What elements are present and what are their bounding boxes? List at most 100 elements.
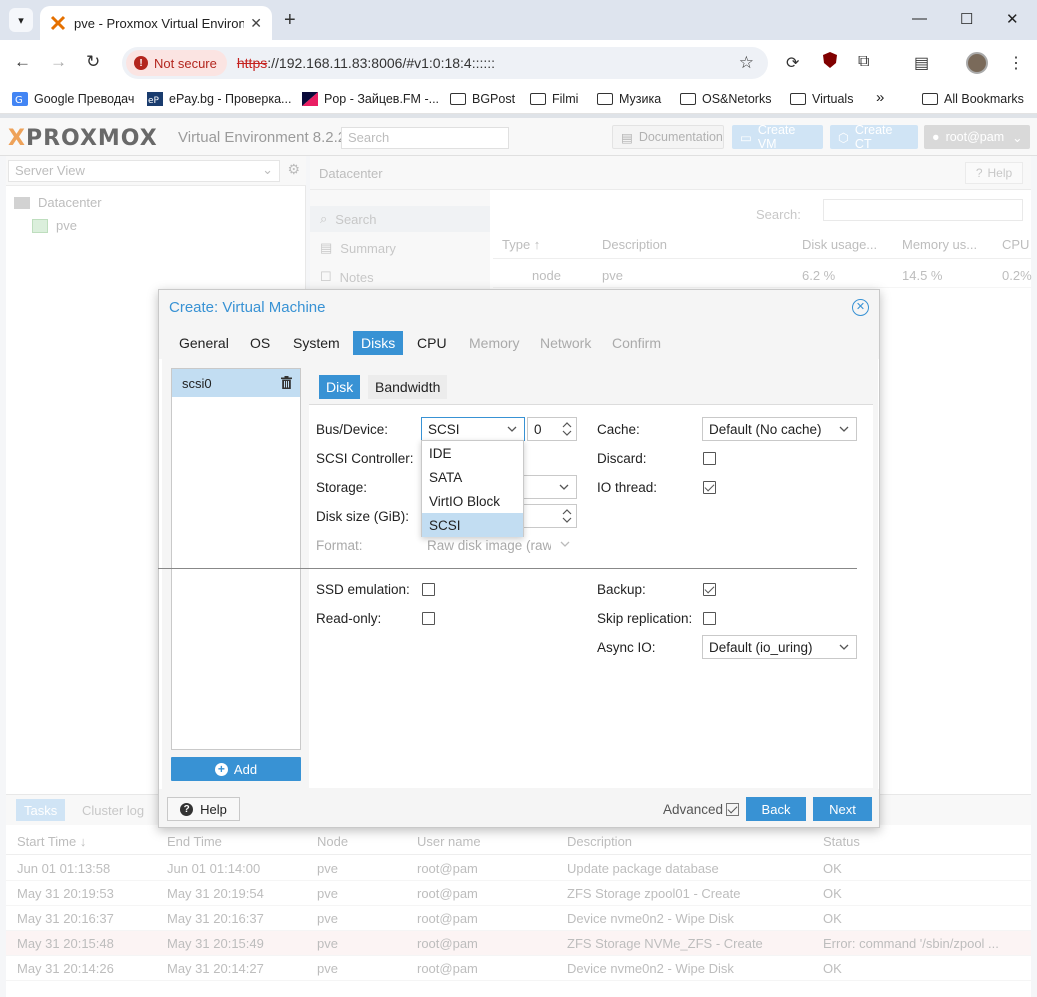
create-vm-dialog: Create: Virtual Machine ✕ General OS Sys… — [158, 289, 880, 828]
tab-os[interactable]: OS — [242, 331, 278, 355]
folder-icon — [597, 93, 613, 105]
bus-device-select[interactable]: SCSI — [421, 417, 525, 441]
folder-icon — [680, 93, 696, 105]
subtab-bandwidth[interactable]: Bandwidth — [368, 375, 448, 399]
tab-memory[interactable]: Memory — [461, 331, 528, 355]
dialog-title: Create: Virtual Machine — [169, 299, 326, 316]
bus-device-label: Bus/Device: — [316, 422, 389, 437]
back-arrow-icon[interactable]: ← — [14, 52, 31, 72]
reload-icon[interactable]: ↻ — [86, 52, 100, 72]
window-close-icon[interactable]: ✕ — [1006, 10, 1019, 28]
browser-tabbar: ▾ pve - Proxmox Virtual Environment ✕ + … — [0, 0, 1037, 40]
dropdown-option-virtio-block[interactable]: VirtIO Block — [422, 489, 523, 513]
backup-checkbox[interactable] — [703, 583, 716, 596]
folder-icon — [922, 93, 938, 105]
minimize-icon[interactable]: — — [912, 10, 927, 27]
tab-disks[interactable]: Disks — [353, 331, 404, 355]
reading-list-icon[interactable]: ▤ — [914, 53, 929, 73]
proxmox-favicon-icon — [50, 15, 66, 31]
discard-label: Discard: — [597, 451, 647, 466]
form-divider — [158, 568, 857, 569]
skip-replication-label: Skip replication: — [597, 611, 693, 626]
bookmark-epay[interactable]: eP ePay.bg - Проверка... — [147, 92, 291, 106]
browser-toolbar: ← → ↻ ! Not secure https://192.168.11.83… — [0, 40, 1037, 86]
bookmark-folder-filmi[interactable]: Filmi — [530, 92, 578, 106]
tab-confirm[interactable]: Confirm — [604, 331, 669, 355]
read-only-checkbox[interactable] — [422, 612, 435, 625]
dropdown-option-ide[interactable]: IDE — [422, 441, 523, 465]
bookmark-star-icon[interactable]: ☆ — [739, 53, 754, 73]
cache-select[interactable]: Default (No cache) — [702, 417, 857, 441]
bookmark-label: Музика — [619, 92, 662, 106]
tab-title: pve - Proxmox Virtual Environment — [74, 15, 245, 31]
google-translate-icon: G — [12, 92, 28, 106]
menu-kebab-icon[interactable]: ⋮ — [1008, 53, 1024, 73]
bookmark-folder-virtuals[interactable]: Virtuals — [790, 92, 853, 106]
tab-cpu[interactable]: CPU — [409, 331, 455, 355]
device-number-spinner[interactable]: 0 — [527, 417, 577, 441]
tab-close-icon[interactable]: ✕ — [250, 15, 262, 32]
skip-replication-checkbox[interactable] — [703, 612, 716, 625]
cache-label: Cache: — [597, 422, 640, 437]
bookmark-pop-zaitsev[interactable]: Pop - Зайцев.FM -... — [302, 92, 439, 106]
browser-tab[interactable]: pve - Proxmox Virtual Environment ✕ — [40, 6, 272, 40]
dialog-header: Create: Virtual Machine ✕ — [159, 290, 879, 326]
ssd-emulation-label: SSD emulation: — [316, 582, 410, 597]
more-bookmarks-chevron-icon[interactable]: » — [876, 89, 884, 106]
scsi-controller-label: SCSI Controller: — [316, 451, 414, 466]
add-disk-button[interactable]: + Add — [171, 757, 301, 781]
trash-icon[interactable] — [281, 376, 292, 389]
svg-text:eP: eP — [148, 96, 160, 106]
async-io-select[interactable]: Default (io_uring) — [702, 635, 857, 659]
tab-network[interactable]: Network — [532, 331, 599, 355]
help-button[interactable]: ? Help — [167, 797, 240, 821]
tab-system[interactable]: System — [285, 331, 348, 355]
folder-icon — [450, 93, 466, 105]
format-label: Format: — [316, 538, 363, 553]
address-bar[interactable]: ! Not secure https://192.168.11.83:8006/… — [122, 47, 768, 79]
bookmark-all-bookmarks[interactable]: All Bookmarks — [922, 92, 1024, 106]
profile-avatar[interactable] — [966, 52, 988, 74]
dropdown-option-sata[interactable]: SATA — [422, 465, 523, 489]
url-scheme: https — [236, 55, 268, 71]
async-io-value: Default (io_uring) — [709, 639, 813, 655]
ublock-icon[interactable] — [822, 51, 838, 74]
ssd-emulation-checkbox[interactable] — [422, 583, 435, 596]
bookmark-label: Pop - Зайцев.FM -... — [324, 92, 440, 106]
bookmark-folder-muzika[interactable]: Музика — [597, 92, 661, 106]
disk-subtabs: Disk Bandwidth — [309, 368, 873, 405]
chevron-down-icon — [507, 426, 517, 432]
bookmark-folder-bgpost[interactable]: BGPost — [450, 92, 515, 106]
tab-search-button[interactable]: ▾ — [9, 8, 33, 32]
list-item[interactable]: scsi0 — [172, 369, 300, 397]
bookmarks-bar: G Google Преводач eP ePay.bg - Проверка.… — [0, 86, 1037, 114]
epay-icon: eP — [147, 92, 163, 106]
bus-device-value: SCSI — [428, 421, 460, 437]
tab-general[interactable]: General — [171, 331, 237, 355]
bookmark-label: BGPost — [472, 92, 516, 106]
forward-arrow-icon[interactable]: → — [50, 52, 67, 72]
discard-checkbox[interactable] — [703, 452, 716, 465]
bus-device-dropdown: IDE SATA VirtIO Block SCSI — [421, 440, 524, 537]
bookmark-google-translate[interactable]: G Google Преводач — [12, 92, 134, 106]
extensions-icon[interactable]: ⧉ — [858, 53, 869, 71]
advanced-checkbox[interactable] — [726, 803, 739, 816]
wizard-tabs: General OS System Disks CPU Memory Netwo… — [159, 326, 879, 359]
add-label: Add — [233, 761, 258, 777]
dropdown-option-scsi[interactable]: SCSI — [422, 513, 523, 537]
zaitsev-fm-icon — [302, 92, 318, 106]
chevron-down-icon — [559, 484, 569, 490]
back-button[interactable]: Back — [746, 797, 806, 821]
next-button[interactable]: Next — [813, 797, 872, 821]
not-secure-badge[interactable]: ! Not secure — [126, 50, 227, 76]
maximize-icon[interactable]: ☐ — [960, 10, 973, 28]
bookmark-label: Virtuals — [812, 92, 854, 106]
io-thread-checkbox[interactable] — [703, 481, 716, 494]
question-circle-icon: ? — [180, 802, 194, 816]
bookmark-folder-os-netorks[interactable]: OS&Netorks — [680, 92, 771, 106]
sync-icon[interactable]: ⟳ — [786, 53, 799, 73]
new-tab-icon[interactable]: + — [284, 9, 296, 32]
close-icon[interactable]: ✕ — [852, 299, 869, 316]
subtab-disk[interactable]: Disk — [319, 375, 361, 399]
chevron-down-icon — [560, 541, 570, 547]
